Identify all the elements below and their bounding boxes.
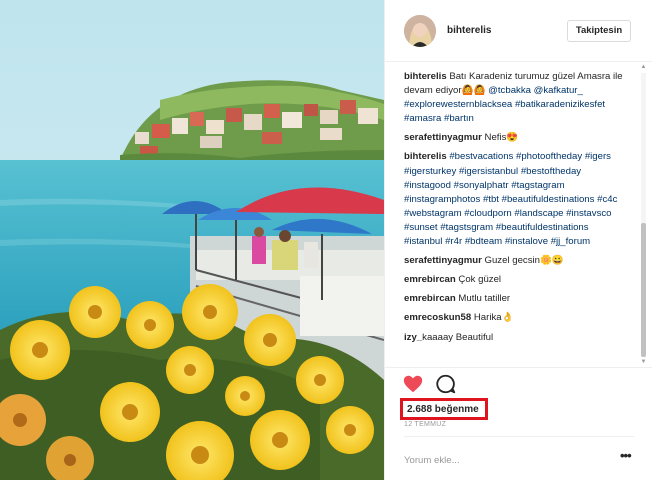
comment-text: Guzel gecsin🌼😀 <box>481 255 564 267</box>
hashtag-link[interactable]: #bartın <box>444 113 474 124</box>
action-bar <box>385 367 652 397</box>
comment-username[interactable]: serafettinyagmur <box>404 132 482 143</box>
comment-text: kaaaay Beautiful <box>422 331 494 343</box>
avatar-image <box>404 15 436 47</box>
comment-username[interactable]: bihterelis <box>404 151 447 162</box>
comment-username[interactable]: emrebircan <box>404 293 456 304</box>
scroll-track[interactable] <box>641 73 646 357</box>
hashtag-link[interactable]: #instagramphotos <box>404 194 480 205</box>
scroll-down-arrow-icon[interactable]: ▼ <box>640 359 647 366</box>
comment-username[interactable]: bihterelis <box>404 71 447 82</box>
hashtag-link[interactable]: #igersistanbul <box>459 166 518 177</box>
hashtag-link[interactable]: #istanbul <box>404 236 442 247</box>
hashtag-link[interactable]: #instagood <box>404 180 451 191</box>
comment-list-fade <box>404 354 624 366</box>
comment-username[interactable]: emrecoskun58 <box>404 312 471 323</box>
hashtag-link[interactable]: #instavsco <box>566 208 611 219</box>
hashtag-link[interactable]: #beautifuldestinations <box>502 194 595 205</box>
hashtag-link[interactable]: #tagstagram <box>511 180 564 191</box>
comment-text: Nefis😍 <box>481 132 519 144</box>
hashtag-link[interactable]: #sonyalphatr <box>454 180 509 191</box>
hashtag-link[interactable]: #batikaradenizikesfet <box>515 99 605 110</box>
comment-item: serafettinyagmur Guzel gecsin🌼😀 <box>404 254 624 268</box>
hashtag-link[interactable]: #bestvacations <box>449 151 513 162</box>
scroll-thumb[interactable] <box>641 223 646 357</box>
hashtag-link[interactable]: #igers <box>585 151 611 162</box>
hashtag-link[interactable]: #igersturkey <box>404 166 456 177</box>
comment-username[interactable]: serafettinyagmur <box>404 255 482 266</box>
comment-list: bihterelis Batı Karadeniz turumuz güzel … <box>404 70 624 366</box>
hashtag-link[interactable]: #instalove <box>505 236 548 247</box>
hashtag-link[interactable]: #tagstsgram <box>440 222 493 233</box>
hashtag-link[interactable]: #photooftheday <box>516 151 582 162</box>
comment-item: bihterelis #bestvacations #photooftheday… <box>404 150 624 249</box>
hashtag-link[interactable]: #beautifuldestinations <box>496 222 589 233</box>
comment-item: emrebircan Mutlu tatiller <box>404 292 624 306</box>
comment-item: izy_kaaaay Beautiful <box>404 331 624 345</box>
comment-text: Çok güzel <box>455 274 502 286</box>
hashtag-link[interactable]: #bdteam <box>465 236 502 247</box>
post-date: 12 TEMMUZ <box>404 421 447 428</box>
comment-item: serafettinyagmur Nefis😍 <box>404 131 624 145</box>
post-sidebar: bihterelis Takiptesin bihterelis Batı Ka… <box>384 0 652 480</box>
post-photo[interactable] <box>0 0 384 480</box>
hashtag-link[interactable]: #tbt <box>483 194 499 205</box>
hashtag-link[interactable]: #webstagram <box>404 208 462 219</box>
following-button[interactable]: Takiptesin <box>567 20 631 42</box>
author-username[interactable]: bihterelis <box>447 25 491 36</box>
comment-username[interactable]: emrebircan <box>404 274 456 285</box>
heart-icon[interactable] <box>402 373 424 395</box>
hashtag-link[interactable]: #c4c <box>597 194 617 205</box>
likes-count[interactable]: 2.688 beğenme <box>407 404 479 415</box>
comment-text: Mutlu tatiller <box>455 293 511 305</box>
comment-item: emrebircan Çok güzel <box>404 273 624 287</box>
comment-username[interactable]: izy_ <box>404 332 422 343</box>
comment-item: bihterelis Batı Karadeniz turumuz güzel … <box>404 70 624 126</box>
hashtag-link[interactable]: #amasra <box>404 113 441 124</box>
likes-highlight: 2.688 beğenme <box>400 398 488 420</box>
avatar[interactable] <box>404 15 436 47</box>
hashtag-link[interactable]: #jj_forum <box>551 236 590 247</box>
hashtag-link[interactable]: #sunset <box>404 222 438 233</box>
comment-text: Harika👌 <box>471 312 514 324</box>
hashtag-link[interactable]: #cloudporn <box>464 208 511 219</box>
hashtag-link[interactable]: #landscape <box>514 208 563 219</box>
more-icon[interactable]: ••• <box>620 449 636 467</box>
scroll-up-arrow-icon[interactable]: ▲ <box>640 64 647 71</box>
mention-link[interactable]: @tcbakka <box>488 85 531 96</box>
post-image <box>0 0 384 480</box>
comment-input[interactable] <box>404 452 584 468</box>
add-comment-section: ••• <box>404 436 634 480</box>
hashtag-link[interactable]: #explorewesternblacksea <box>404 99 512 110</box>
comments-scrollbar[interactable]: ▲ ▼ <box>639 64 648 366</box>
hashtag-link[interactable]: #r4r <box>445 236 462 247</box>
post-header: bihterelis Takiptesin <box>385 0 652 62</box>
hashtag-link[interactable]: #bestoftheday <box>521 166 581 177</box>
comment-icon[interactable] <box>435 373 457 395</box>
mention-link[interactable]: @kafkatur_ <box>534 85 583 96</box>
comment-item: emrecoskun58 Harika👌 <box>404 311 624 325</box>
